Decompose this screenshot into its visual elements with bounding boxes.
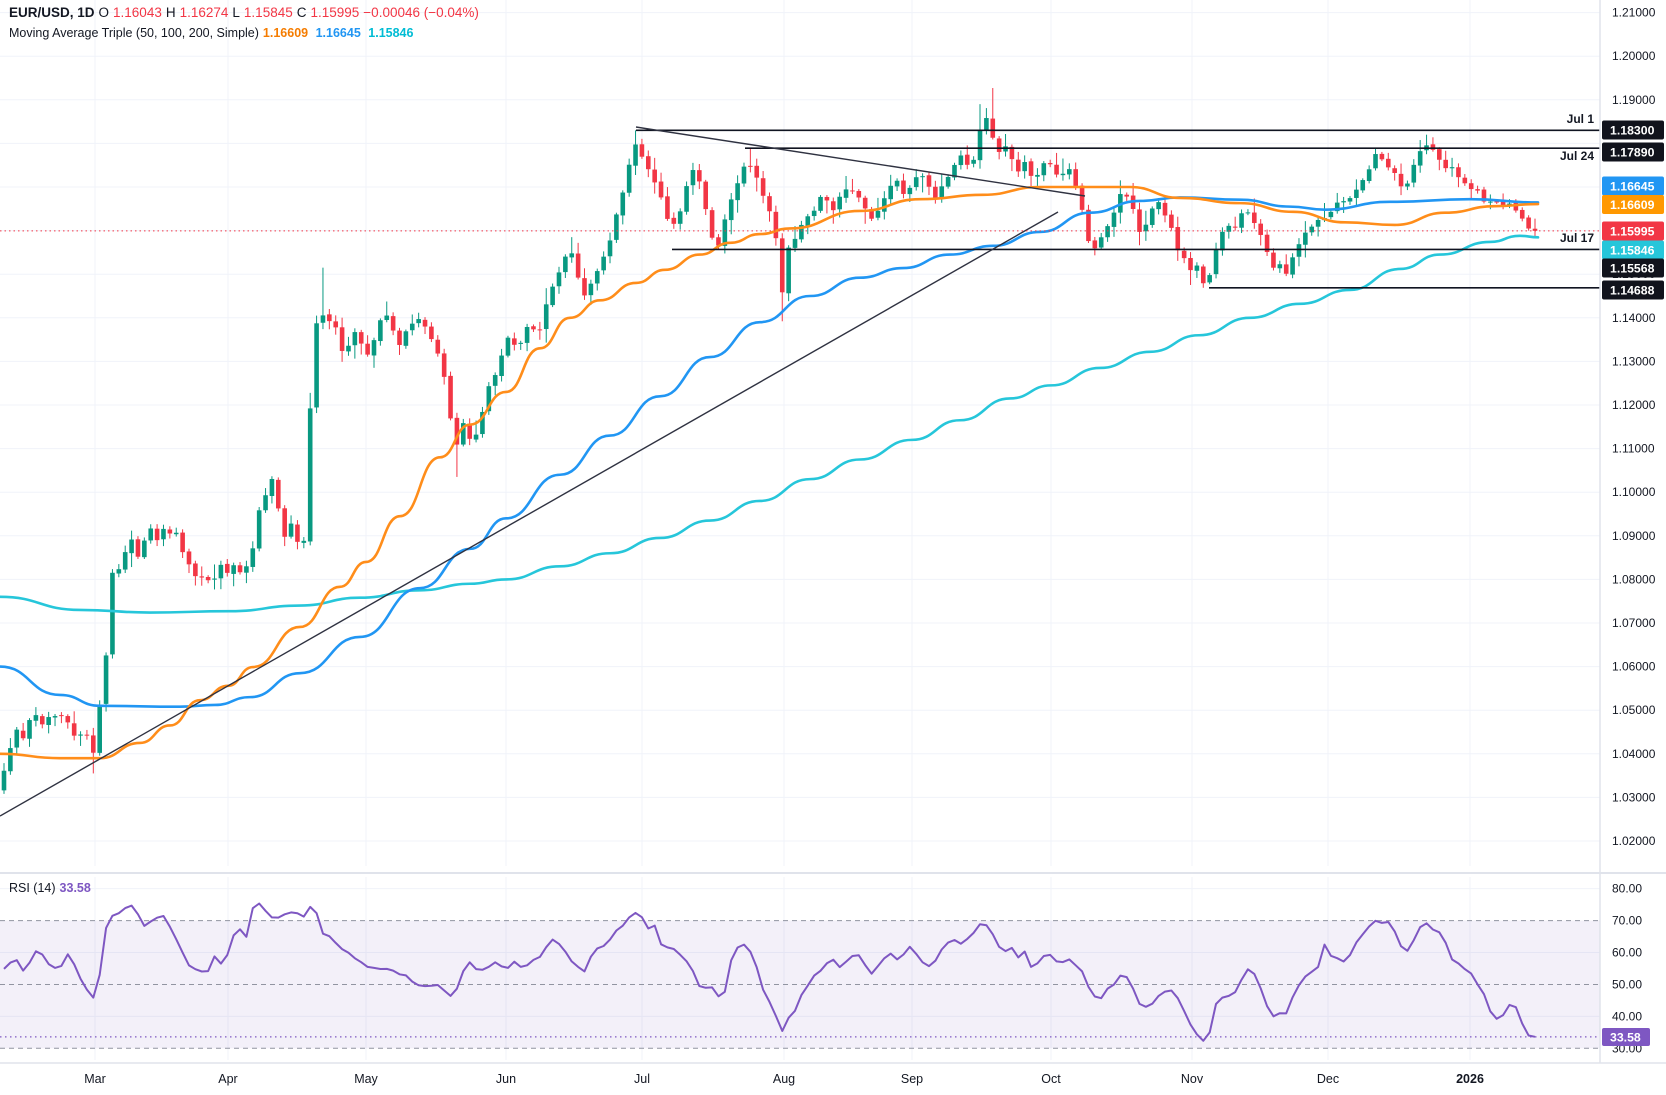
svg-text:1.14000: 1.14000 bbox=[1612, 311, 1656, 325]
svg-text:1.15568: 1.15568 bbox=[1610, 261, 1655, 275]
ma100-value: 1.16645 bbox=[316, 26, 361, 40]
ma-indicator-title[interactable]: Moving Average Triple (50, 100, 200, Sim… bbox=[9, 26, 259, 40]
ma200-value: 1.15846 bbox=[368, 26, 413, 40]
svg-text:1.05000: 1.05000 bbox=[1612, 703, 1656, 717]
svg-text:1.19000: 1.19000 bbox=[1612, 93, 1656, 107]
symbol-title[interactable]: EUR/USD, 1D bbox=[9, 5, 95, 20]
svg-text:1.08000: 1.08000 bbox=[1612, 572, 1656, 586]
svg-text:Mar: Mar bbox=[84, 1072, 106, 1086]
rsi-band-layer bbox=[0, 921, 1600, 1049]
svg-text:Jul 1: Jul 1 bbox=[1567, 112, 1595, 126]
time-axis[interactable]: Mar Apr May Jun Jul Aug Sep Oct Nov Dec 2026 bbox=[84, 1072, 1484, 1086]
svg-text:1.09000: 1.09000 bbox=[1612, 529, 1656, 543]
svg-text:Nov: Nov bbox=[1181, 1072, 1204, 1086]
svg-text:1.03000: 1.03000 bbox=[1612, 790, 1656, 804]
svg-text:Jul 24: Jul 24 bbox=[1560, 149, 1594, 163]
svg-text:Oct: Oct bbox=[1041, 1072, 1061, 1086]
svg-text:Sep: Sep bbox=[901, 1072, 923, 1086]
svg-text:1.02000: 1.02000 bbox=[1612, 834, 1656, 848]
svg-text:Jul 17: Jul 17 bbox=[1560, 231, 1594, 245]
close-value: 1.15995 bbox=[310, 5, 359, 20]
ma-indicator-legend[interactable]: Moving Average Triple (50, 100, 200, Sim… bbox=[9, 26, 417, 40]
moving-averages-layer bbox=[0, 187, 1538, 758]
svg-text:Aug: Aug bbox=[773, 1072, 795, 1086]
svg-text:Jul: Jul bbox=[634, 1072, 650, 1086]
svg-text:33.58: 33.58 bbox=[1610, 1030, 1641, 1044]
pane-separators[interactable] bbox=[0, 0, 1666, 1063]
svg-text:1.16645: 1.16645 bbox=[1610, 179, 1655, 193]
svg-text:1.15846: 1.15846 bbox=[1610, 243, 1655, 257]
svg-text:70.00: 70.00 bbox=[1612, 914, 1642, 928]
open-key: O bbox=[99, 5, 110, 20]
chart-canvas[interactable]: 1.210001.200001.190001.150001.140001.130… bbox=[0, 0, 1666, 1095]
svg-text:May: May bbox=[354, 1072, 378, 1086]
svg-text:1.12000: 1.12000 bbox=[1612, 398, 1656, 412]
high-value: 1.16274 bbox=[180, 5, 229, 20]
chart-root: 1.210001.200001.190001.150001.140001.130… bbox=[0, 0, 1666, 1095]
svg-text:1.13000: 1.13000 bbox=[1612, 354, 1656, 368]
svg-text:Dec: Dec bbox=[1317, 1072, 1339, 1086]
svg-text:1.17890: 1.17890 bbox=[1610, 145, 1655, 159]
open-value: 1.16043 bbox=[113, 5, 162, 20]
svg-text:2026: 2026 bbox=[1456, 1072, 1484, 1086]
svg-text:80.00: 80.00 bbox=[1612, 882, 1642, 896]
close-key: C bbox=[297, 5, 307, 20]
change-value: −0.00046 (−0.04%) bbox=[363, 5, 479, 20]
svg-text:1.20000: 1.20000 bbox=[1612, 49, 1656, 63]
rsi-value: 33.58 bbox=[60, 881, 91, 895]
svg-text:1.10000: 1.10000 bbox=[1612, 485, 1656, 499]
svg-text:1.21000: 1.21000 bbox=[1612, 6, 1656, 20]
high-key: H bbox=[166, 5, 176, 20]
svg-text:1.18300: 1.18300 bbox=[1610, 123, 1655, 137]
low-value: 1.15845 bbox=[244, 5, 293, 20]
svg-text:1.14688: 1.14688 bbox=[1610, 283, 1655, 297]
svg-text:Jun: Jun bbox=[496, 1072, 516, 1086]
low-key: L bbox=[232, 5, 240, 20]
ma50-value: 1.16609 bbox=[263, 26, 308, 40]
rsi-indicator-title[interactable]: RSI (14) bbox=[9, 881, 56, 895]
svg-text:Apr: Apr bbox=[218, 1072, 237, 1086]
symbol-legend[interactable]: EUR/USD, 1D O1.16043 H 1.16274L 1.15845 C1.15… bbox=[9, 5, 483, 20]
svg-text:1.15995: 1.15995 bbox=[1610, 224, 1655, 238]
svg-text:60.00: 60.00 bbox=[1612, 946, 1642, 960]
svg-text:1.16609: 1.16609 bbox=[1610, 198, 1655, 212]
grid-layer bbox=[0, 0, 1600, 1060]
svg-text:1.07000: 1.07000 bbox=[1612, 616, 1656, 630]
svg-text:1.06000: 1.06000 bbox=[1612, 660, 1656, 674]
rsi-indicator-legend[interactable]: RSI (14) 33.58 bbox=[9, 881, 95, 895]
candles-layer bbox=[2, 88, 1538, 794]
svg-text:40.00: 40.00 bbox=[1612, 1009, 1642, 1023]
svg-text:1.04000: 1.04000 bbox=[1612, 747, 1656, 761]
level-date-labels: Jul 1 Jul 24 Jul 17 bbox=[1560, 112, 1594, 245]
svg-text:50.00: 50.00 bbox=[1612, 977, 1642, 991]
svg-text:1.11000: 1.11000 bbox=[1612, 442, 1655, 456]
